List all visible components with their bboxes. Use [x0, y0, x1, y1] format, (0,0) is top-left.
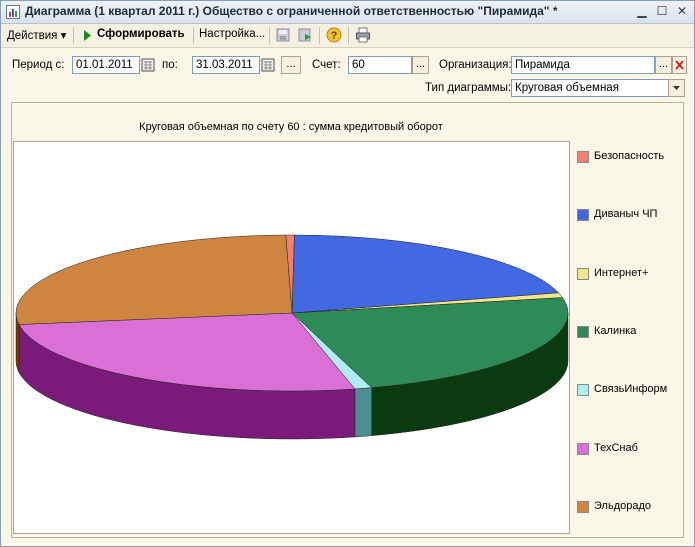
toolbar-separator — [319, 27, 320, 44]
legend-swatch — [577, 267, 589, 280]
restore-settings-icon[interactable] — [297, 27, 313, 43]
pie-slice-7 — [15, 234, 293, 325]
chart-type-select[interactable]: Круговая объемная — [511, 79, 678, 97]
legend-swatch — [577, 384, 589, 397]
help-icon[interactable]: ? — [326, 27, 342, 43]
organization-select-button[interactable]: ... — [655, 56, 672, 74]
legend-swatch — [577, 151, 589, 163]
svg-text:?: ? — [331, 30, 338, 42]
legend-label: Диваныч ЧП — [594, 208, 658, 221]
legend-swatch — [577, 442, 589, 455]
toolbar: Действия ▾ Сформировать Настройка... ? — [1, 24, 694, 48]
period-to-label: по: — [162, 59, 178, 71]
period-from-field[interactable]: 01.01.2011 — [72, 56, 140, 74]
organization-field[interactable]: Пирамида — [511, 56, 655, 74]
chart-window-icon — [6, 5, 20, 19]
toolbar-separator — [73, 27, 74, 44]
organization-clear-button[interactable] — [672, 56, 687, 74]
generate-button[interactable]: Сформировать — [81, 24, 191, 47]
chart-type-dropdown-button[interactable] — [668, 79, 685, 97]
maximize-button[interactable]: ☐ — [654, 4, 670, 19]
account-field[interactable]: 60 — [348, 56, 412, 74]
save-settings-icon[interactable] — [275, 27, 291, 43]
legend-label: ТехСнаб — [594, 441, 638, 454]
toolbar-separator — [348, 27, 349, 44]
legend-label: Эльдорадо — [594, 499, 651, 512]
legend-swatch — [577, 209, 589, 222]
legend-label: Калинка — [594, 324, 637, 337]
legend-swatch — [577, 325, 589, 338]
chevron-down-icon — [673, 86, 680, 90]
calendar-icon — [141, 58, 155, 72]
generate-label: Сформировать — [97, 28, 185, 40]
title-bar: Диаграмма (1 квартал 2011 г.) Общество с… — [1, 1, 694, 24]
toolbar-separator — [193, 27, 194, 44]
pie-side-5 — [354, 387, 372, 438]
pie-chart — [15, 234, 569, 440]
legend-label: Интернет+ — [594, 266, 649, 279]
calendar-icon — [261, 58, 275, 72]
settings-button[interactable]: Настройка... — [199, 28, 265, 40]
chart-title: Круговая объемная по счету 60 : сумма кр… — [139, 121, 443, 133]
play-icon — [84, 30, 91, 41]
report-window: Диаграмма (1 квартал 2011 г.) Общество с… — [0, 0, 695, 547]
actions-menu[interactable]: Действия ▾ — [7, 28, 66, 42]
chart-plot-area — [13, 141, 570, 534]
toolbar-separator — [269, 27, 270, 44]
window-title: Диаграмма (1 квартал 2011 г.) Общество с… — [25, 4, 558, 18]
calendar-from-button[interactable] — [140, 56, 156, 74]
period-to-field[interactable]: 31.03.2011 — [192, 56, 260, 74]
account-select-button[interactable]: ... — [412, 56, 429, 74]
clear-icon — [675, 60, 684, 70]
legend-label: Безопасность — [594, 150, 665, 162]
calendar-to-button[interactable] — [260, 56, 276, 74]
period-select-button[interactable]: ... — [281, 56, 301, 74]
minimize-button[interactable]: ▁ — [634, 4, 650, 19]
period-from-label: Период с: — [12, 59, 65, 71]
legend-swatch — [577, 500, 589, 513]
legend-label: СвязьИнформ — [594, 383, 668, 396]
close-button[interactable]: ✕ — [674, 4, 690, 19]
organization-label: Организация: — [439, 59, 512, 71]
print-icon[interactable] — [355, 27, 371, 43]
account-label: Счет: — [312, 59, 341, 71]
chart-type-label: Тип диаграммы: — [425, 82, 512, 94]
